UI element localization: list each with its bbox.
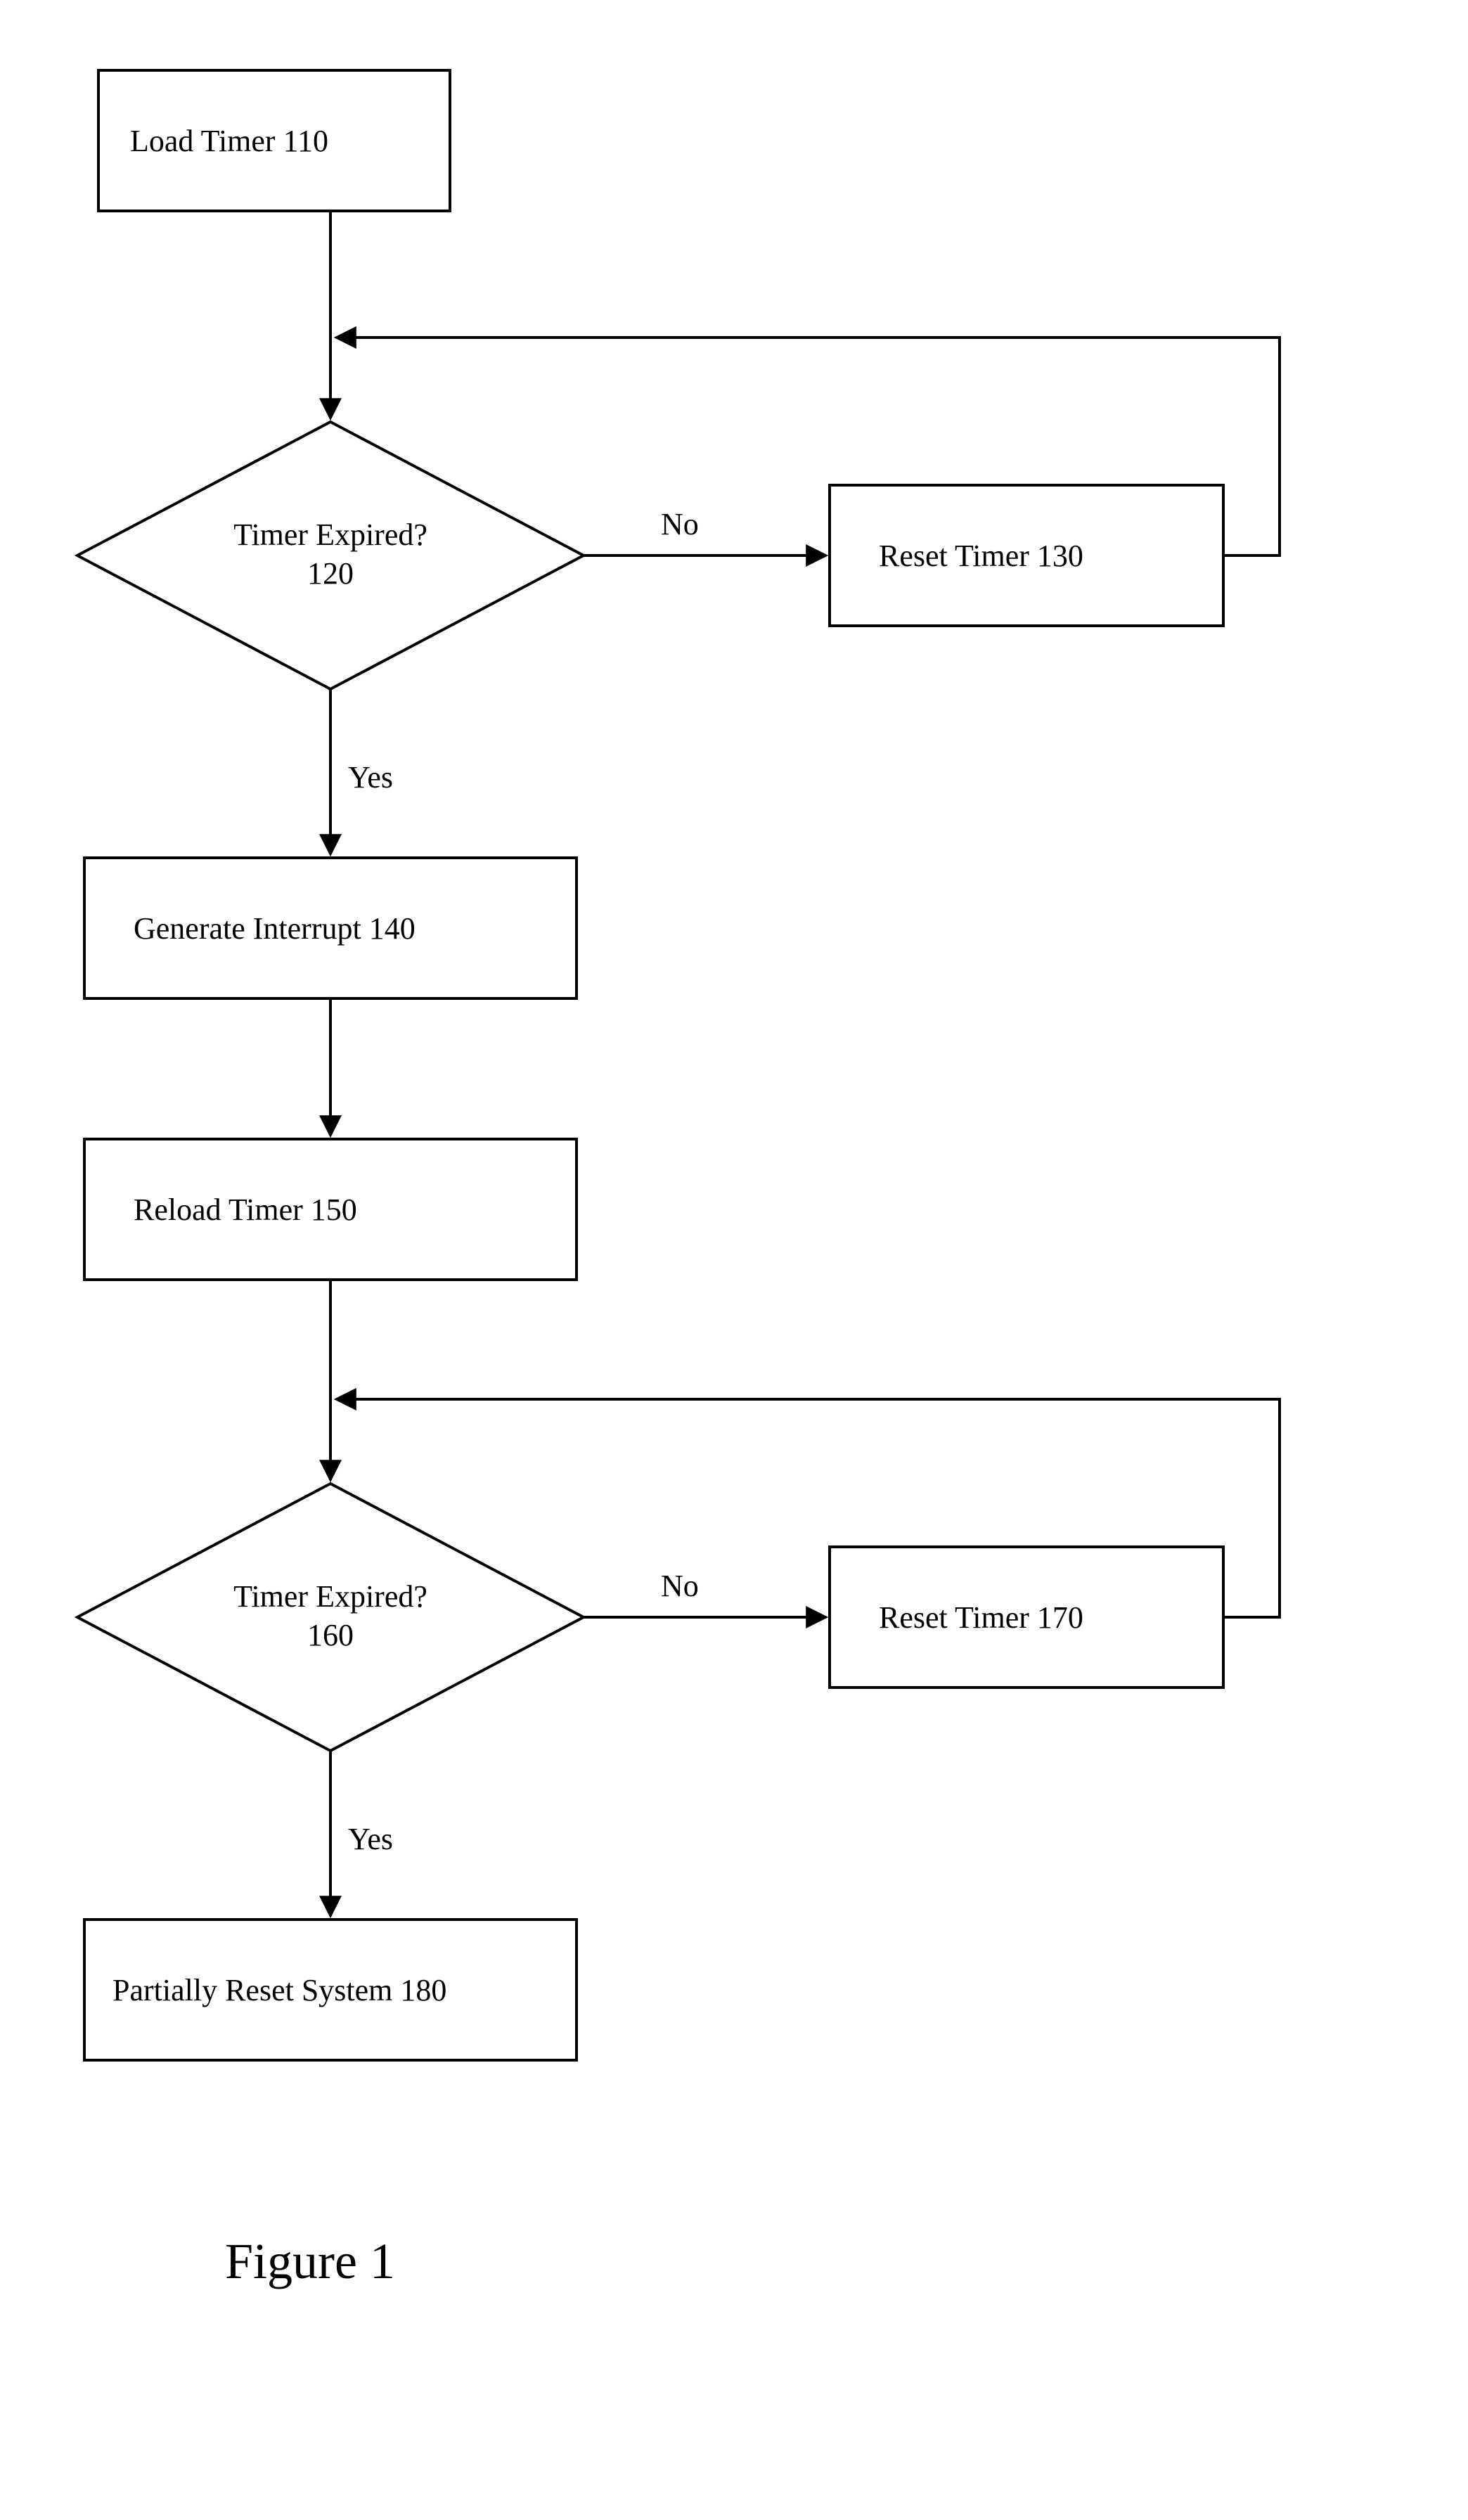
node-timer-expired-2: Timer Expired? 160 bbox=[77, 1484, 584, 1751]
node-reset-timer-1: Reset Timer 130 bbox=[830, 485, 1223, 626]
node-timer-expired-1: Timer Expired? 120 bbox=[77, 422, 584, 689]
node-reload-timer-label: Reload Timer bbox=[134, 1192, 303, 1227]
node-partially-reset-system: Partially Reset System 180 bbox=[84, 1920, 577, 2060]
node-load-timer: Load Timer 110 bbox=[98, 70, 450, 211]
edge-120-no-label: No bbox=[661, 507, 699, 541]
node-reset-timer-2-label: Reset Timer bbox=[879, 1600, 1029, 1635]
node-reset-timer-2: Reset Timer 170 bbox=[830, 1547, 1223, 1688]
edge-160-yes-label: Yes bbox=[348, 1822, 393, 1856]
node-timer-expired-1-ref: 120 bbox=[307, 556, 354, 591]
svg-text:Generate Interrupt 140: Generate Interrupt 140 bbox=[134, 911, 416, 946]
svg-text:Timer Expired?: Timer Expired? bbox=[233, 1579, 427, 1614]
node-reset-timer-1-label: Reset Timer bbox=[879, 539, 1029, 573]
node-generate-interrupt-ref: 140 bbox=[369, 911, 416, 946]
svg-text:120: 120 bbox=[307, 556, 354, 591]
node-partially-reset-system-ref: 180 bbox=[400, 1973, 446, 2007]
flowchart-figure: Load Timer 110 Timer Expired? 120 No Res… bbox=[0, 0, 1468, 2520]
node-generate-interrupt: Generate Interrupt 140 bbox=[84, 858, 577, 998]
edge-120-yes-label: Yes bbox=[348, 760, 393, 795]
node-timer-expired-2-ref: 160 bbox=[307, 1618, 354, 1652]
node-reset-timer-2-ref: 170 bbox=[1037, 1600, 1083, 1635]
edge-160-no-label: No bbox=[661, 1569, 699, 1603]
node-timer-expired-2-label: Timer Expired? bbox=[233, 1579, 427, 1614]
node-partially-reset-system-label: Partially Reset System bbox=[112, 1973, 392, 2007]
svg-text:160: 160 bbox=[307, 1618, 354, 1652]
node-load-timer-ref: 110 bbox=[283, 124, 328, 158]
svg-text:Reload Timer 150: Reload Timer 150 bbox=[134, 1192, 357, 1227]
svg-text:Load Timer 110: Load Timer 110 bbox=[130, 124, 328, 158]
node-timer-expired-1-label: Timer Expired? bbox=[233, 518, 427, 552]
node-reset-timer-1-ref: 130 bbox=[1037, 539, 1083, 573]
node-generate-interrupt-label: Generate Interrupt bbox=[134, 911, 361, 946]
svg-text:Reset Timer 130: Reset Timer 130 bbox=[879, 539, 1083, 573]
figure-caption: Figure 1 bbox=[225, 2233, 395, 2289]
svg-text:Partially Reset System 180: Partially Reset System 180 bbox=[112, 1973, 446, 2007]
node-reload-timer-ref: 150 bbox=[311, 1192, 357, 1227]
svg-text:Reset Timer 170: Reset Timer 170 bbox=[879, 1600, 1083, 1635]
node-load-timer-label: Load Timer bbox=[130, 124, 276, 158]
svg-text:Timer Expired?: Timer Expired? bbox=[233, 518, 427, 552]
node-reload-timer: Reload Timer 150 bbox=[84, 1139, 577, 1280]
